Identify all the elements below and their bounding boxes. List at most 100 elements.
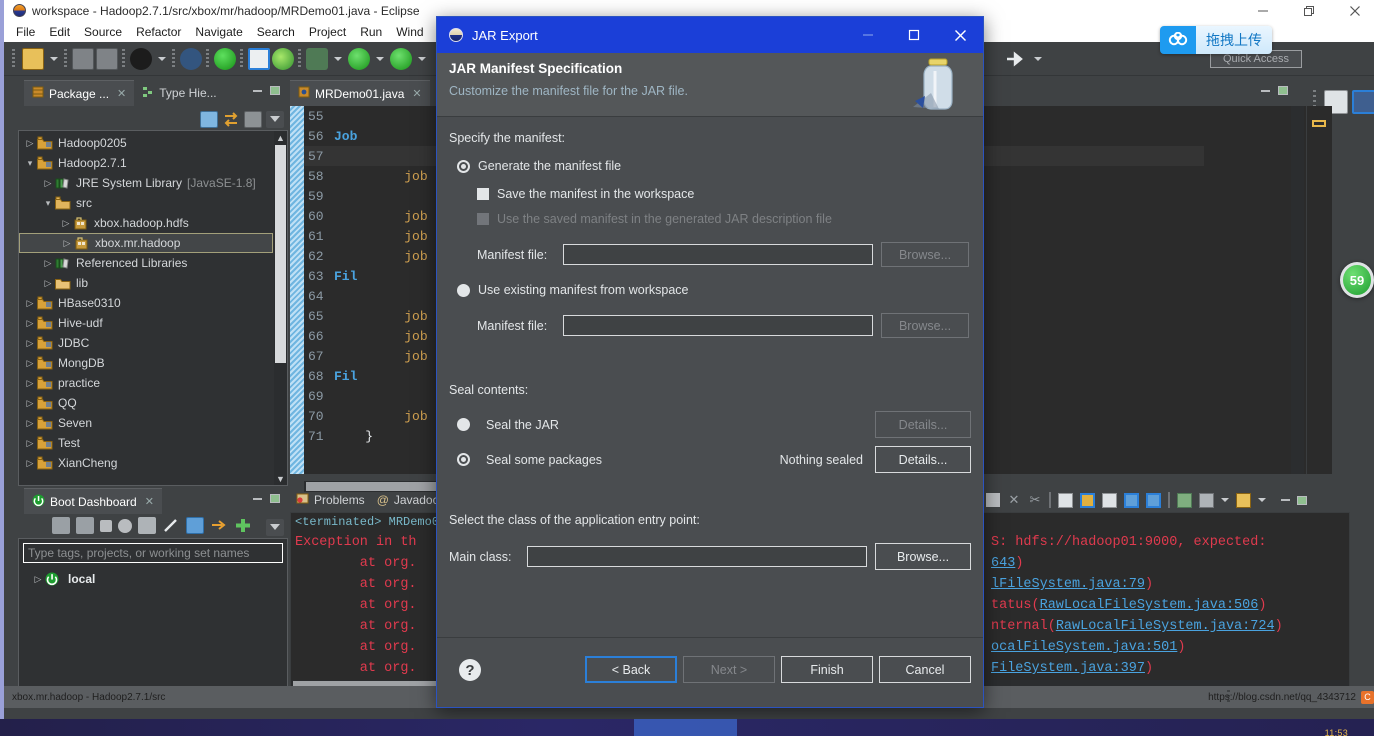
- radio-generate-manifest[interactable]: Generate the manifest file: [457, 159, 971, 173]
- radio-seal-some-packages[interactable]: Seal some packages: [457, 453, 780, 467]
- chevron-right-icon[interactable]: ▷: [23, 438, 37, 449]
- main-class-input[interactable]: [527, 546, 867, 567]
- chevron-right-icon[interactable]: ▷: [41, 258, 55, 269]
- restart-icon[interactable]: [118, 518, 132, 533]
- remove-launch-icon[interactable]: ✕: [1007, 493, 1021, 507]
- power-toggle-icon[interactable]: [214, 48, 236, 70]
- dialog-close-button[interactable]: [937, 17, 983, 53]
- save-all-icon[interactable]: [96, 48, 118, 70]
- view-menu-filters-icon[interactable]: [244, 110, 262, 128]
- close-button[interactable]: [1332, 0, 1374, 22]
- debug-icon[interactable]: [306, 48, 328, 70]
- main-class-browse-button[interactable]: Browse...: [875, 543, 971, 570]
- chevron-right-icon[interactable]: ▷: [23, 138, 37, 149]
- tree-item-jdbc[interactable]: ▷ JDBC: [19, 333, 273, 353]
- menu-item-project[interactable]: Project: [309, 25, 346, 39]
- chevron-down-icon[interactable]: ▾: [41, 198, 55, 209]
- chevron-right-icon[interactable]: ▷: [23, 378, 37, 389]
- tab-package-explorer[interactable]: Package ... ✕: [24, 80, 135, 106]
- chevron-down-icon[interactable]: [1258, 498, 1266, 502]
- open-console-dropdown-icon[interactable]: [1236, 492, 1251, 508]
- maximize-panel-icon[interactable]: [270, 494, 280, 503]
- new-console-view-icon[interactable]: [1199, 492, 1214, 508]
- run-external-icon[interactable]: [390, 48, 412, 70]
- close-icon[interactable]: ✕: [145, 495, 154, 508]
- checkbox-save-manifest[interactable]: Save the manifest in the workspace: [477, 187, 971, 201]
- java-perspective-icon[interactable]: [1352, 90, 1374, 114]
- user-avatar-icon[interactable]: [130, 48, 152, 70]
- view-menu-icon[interactable]: [266, 518, 284, 536]
- menu-item-window[interactable]: Wind: [396, 25, 423, 39]
- menu-item-file[interactable]: File: [16, 25, 35, 39]
- help-icon[interactable]: ?: [459, 659, 481, 681]
- package-explorer-vertical-scrollbar[interactable]: ▲ ▼: [274, 131, 287, 485]
- new-dropdown-arrow-icon[interactable]: [50, 57, 58, 61]
- scroll-up-icon[interactable]: ▲: [274, 131, 287, 144]
- tree-item-hadoop0205[interactable]: ▷ Hadoop0205: [19, 133, 273, 153]
- finish-button[interactable]: Finish: [781, 656, 873, 683]
- stack-trace-link[interactable]: FileSystem.java:397: [991, 661, 1145, 676]
- tab-mrdemo01-java[interactable]: MRDemo01.java ✕: [290, 80, 430, 106]
- forward-arrow-icon[interactable]: [1004, 48, 1026, 70]
- menu-item-search[interactable]: Search: [257, 25, 295, 39]
- tab-boot-dashboard[interactable]: Boot Dashboard ✕: [24, 488, 162, 514]
- tree-item-xbox-hadoop-hdfs[interactable]: ▷ xbox.hadoop.hdfs: [19, 213, 273, 233]
- editor-overview-ruler[interactable]: [1306, 106, 1332, 474]
- stop-icon[interactable]: [100, 519, 112, 532]
- tree-item-qq[interactable]: ▷ QQ: [19, 393, 273, 413]
- chevron-right-icon[interactable]: ▷: [23, 298, 37, 309]
- maximize-restore-button[interactable]: [1286, 0, 1332, 22]
- tree-item-seven[interactable]: ▷ Seven: [19, 413, 273, 433]
- clear-console-icon[interactable]: [1058, 492, 1073, 508]
- tree-item-practice[interactable]: ▷ practice: [19, 373, 273, 393]
- debug-dropdown-arrow-icon[interactable]: [334, 57, 342, 61]
- hide-fields-icon[interactable]: [180, 48, 202, 70]
- chevron-right-icon[interactable]: ▷: [41, 278, 55, 289]
- open-console-icon[interactable]: [1177, 492, 1192, 508]
- run-icon[interactable]: [348, 48, 370, 70]
- tree-item-lib[interactable]: ▷ lib: [19, 273, 273, 293]
- scrollbar-thumb[interactable]: [275, 145, 286, 363]
- pin-console-icon[interactable]: [1102, 492, 1117, 508]
- tree-item-jre-system-library[interactable]: ▷ JRE System Library [JavaSE-1.8]: [19, 173, 273, 193]
- tree-item-xbox-mr-hadoop[interactable]: ▷ xbox.mr.hadoop: [19, 233, 273, 253]
- save-icon[interactable]: [72, 48, 94, 70]
- radio-seal-jar[interactable]: Seal the JAR: [457, 418, 875, 432]
- dialog-maximize-button[interactable]: [891, 17, 937, 53]
- cancel-button[interactable]: Cancel: [879, 656, 971, 683]
- chevron-right-icon[interactable]: ▷: [23, 318, 37, 329]
- stack-trace-link[interactable]: ocalFileSystem.java:501: [991, 640, 1177, 655]
- chevron-right-icon[interactable]: ▷: [60, 238, 74, 249]
- deploy-icon[interactable]: [210, 517, 228, 534]
- minimize-panel-icon[interactable]: [1281, 499, 1290, 501]
- packages-details-button[interactable]: Details...: [875, 446, 971, 473]
- properties-icon[interactable]: [186, 517, 204, 534]
- menu-item-navigate[interactable]: Navigate: [195, 25, 242, 39]
- debug-start-icon[interactable]: [76, 517, 94, 534]
- user-dropdown-arrow-icon[interactable]: [158, 57, 166, 61]
- minimize-panel-icon[interactable]: [253, 497, 262, 500]
- chevron-right-icon[interactable]: ▷: [23, 358, 37, 369]
- chevron-right-icon[interactable]: ▷: [31, 574, 45, 585]
- manifest-file-input-2[interactable]: [563, 315, 873, 336]
- boot-dashboard-item-local[interactable]: ▷ local: [27, 569, 96, 589]
- minimize-panel-icon[interactable]: [253, 89, 262, 92]
- back-button[interactable]: < Back: [585, 656, 677, 683]
- chevron-right-icon[interactable]: ▷: [23, 398, 37, 409]
- tree-item-xiancheng[interactable]: ▷ XianCheng: [19, 453, 273, 473]
- cloud-upload-widget[interactable]: 拖拽上传: [1160, 26, 1272, 54]
- display-selected-console-icon[interactable]: [1124, 492, 1139, 508]
- tree-item-mongdb[interactable]: ▷ MongDB: [19, 353, 273, 373]
- tree-item-test[interactable]: ▷ Test: [19, 433, 273, 453]
- scroll-down-icon[interactable]: ▼: [274, 472, 287, 485]
- menu-item-refactor[interactable]: Refactor: [136, 25, 181, 39]
- run-external-dropdown-arrow-icon[interactable]: [418, 57, 426, 61]
- stack-trace-link[interactable]: lFileSystem.java:79: [991, 577, 1145, 592]
- start-icon[interactable]: [52, 517, 70, 534]
- open-task-icon[interactable]: [248, 48, 270, 70]
- chevron-right-icon[interactable]: ▷: [59, 218, 73, 229]
- run-dropdown-arrow-icon[interactable]: [376, 57, 384, 61]
- spring-boot-icon[interactable]: [272, 48, 294, 70]
- close-console-icon[interactable]: [1146, 492, 1161, 508]
- chevron-right-icon[interactable]: ▷: [23, 338, 37, 349]
